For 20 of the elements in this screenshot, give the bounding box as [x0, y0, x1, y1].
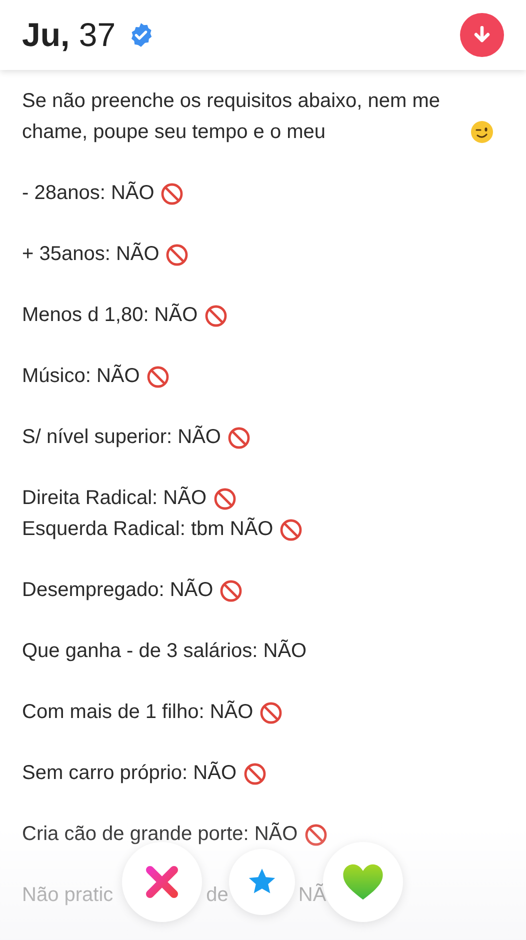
- requirement-text: S/ nível superior: NÃO: [22, 424, 221, 450]
- requirement-text: Cria cão de grande porte: NÃO: [22, 822, 298, 847]
- requirement-text: Desempregado: NÃO: [22, 578, 214, 603]
- requirement-text: Menos d 1,80: NÃO: [22, 302, 198, 328]
- profile-name: Ju, 37: [22, 16, 116, 54]
- collapse-button[interactable]: [460, 13, 504, 57]
- winking-face-icon: [470, 120, 494, 144]
- requirement-text: NÃ: [298, 882, 326, 908]
- requirement-text: Esquerda Radical: tbm NÃO: [22, 516, 274, 542]
- bio-text: Se não preenche os requisitos abaixo, nem me chame, poupe seu tempo e o meu: [22, 89, 442, 145]
- requirement-text: de: [206, 883, 228, 908]
- requirement-text: Com mais de 1 filho: NÃO: [22, 700, 254, 725]
- requirement-text: Direita Radical: NÃO: [22, 486, 207, 511]
- requirement-text: + 35anos: NÃO: [22, 242, 160, 267]
- requirement-text: Não pratic: [22, 883, 114, 908]
- requirement-text: Que ganha - de 3 salários: NÃO: [22, 638, 307, 664]
- requirement-text: Músico: NÃO: [22, 364, 140, 389]
- requirement-text: Sem carro próprio: NÃO: [22, 760, 237, 786]
- requirement-text: - 28anos: NÃO: [22, 180, 154, 206]
- heart-icon: [341, 862, 385, 902]
